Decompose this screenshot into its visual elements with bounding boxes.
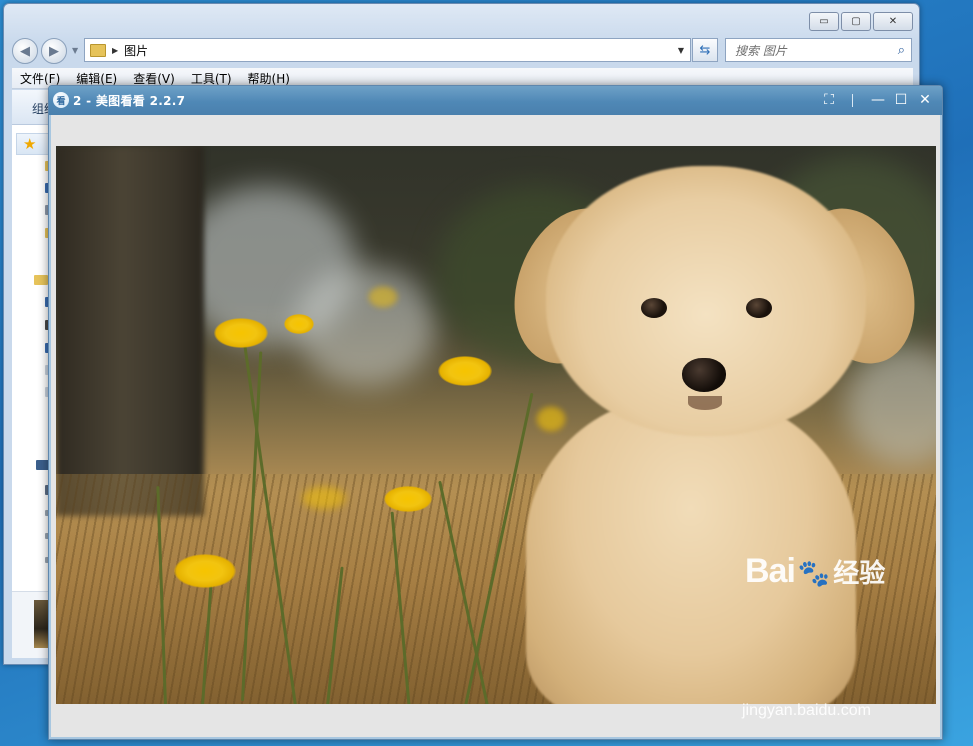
- minimize-icon: ▭: [819, 16, 829, 27]
- displayed-photo[interactable]: [56, 146, 936, 704]
- navigation-pane: ★: [12, 125, 54, 658]
- viewer-title-bar[interactable]: 看 2 - 美图看看 2.2.7 ⛶ — ☐ ✕: [49, 86, 942, 115]
- watermark-url: jingyan.baidu.com: [742, 702, 871, 719]
- refresh-icon: ⇆: [699, 42, 711, 58]
- tree-trunk: [56, 146, 204, 516]
- background-bokeh: [846, 346, 936, 466]
- maximize-icon: ▢: [851, 16, 861, 27]
- puppy-mouth: [688, 396, 722, 410]
- window-title: 2 - 美图看看 2.2.7: [73, 94, 186, 108]
- title-separator: [852, 94, 853, 107]
- close-button[interactable]: ✕: [916, 91, 934, 109]
- forward-button[interactable]: ▶: [41, 38, 67, 64]
- baidu-watermark: Bai 🐾 经验: [745, 552, 885, 591]
- folder-icon: [90, 43, 106, 57]
- recent-pages-dropdown-icon[interactable]: ▼: [72, 46, 78, 55]
- menu-view[interactable]: 查看(V): [125, 70, 183, 87]
- puppy-nose: [682, 358, 726, 392]
- image-viewer-window: 看 2 - 美图看看 2.2.7 ⛶ — ☐ ✕: [48, 85, 943, 740]
- yellow-flower: [384, 486, 432, 512]
- minimize-icon: —: [871, 92, 885, 108]
- close-icon: ✕: [888, 16, 898, 27]
- address-dropdown-icon[interactable]: ▼: [678, 46, 684, 55]
- back-button[interactable]: ◀: [12, 38, 38, 64]
- breadcrumb-current[interactable]: 图片: [124, 42, 148, 59]
- search-icon[interactable]: ⌕: [898, 43, 905, 58]
- search-placeholder: 搜索 图片: [735, 43, 787, 58]
- libraries-icon[interactable]: [34, 275, 48, 285]
- forward-arrow-icon: ▶: [49, 43, 59, 59]
- yellow-flower: [174, 554, 236, 588]
- yellow-flower: [438, 356, 492, 386]
- explorer-minimize-button[interactable]: ▭: [809, 12, 839, 31]
- explorer-close-button[interactable]: ✕: [873, 12, 913, 31]
- menu-tools[interactable]: 工具(T): [183, 70, 240, 87]
- app-icon: 看: [53, 92, 69, 108]
- maximize-button[interactable]: ☐: [892, 91, 910, 109]
- menu-help[interactable]: 帮助(H): [240, 70, 298, 87]
- maximize-icon: ☐: [894, 92, 908, 108]
- yellow-flower: [214, 318, 268, 348]
- explorer-caption-buttons: ▭ ▢ ✕: [809, 12, 913, 31]
- back-arrow-icon: ◀: [20, 43, 30, 59]
- minimize-button[interactable]: —: [869, 91, 887, 109]
- breadcrumb-arrow-icon[interactable]: ▶: [112, 46, 118, 55]
- fullscreen-button[interactable]: ⛶: [820, 91, 838, 109]
- watermark-suffix: 经验: [833, 559, 886, 589]
- puppy-eye-right: [746, 298, 772, 318]
- puppy-body: [526, 396, 856, 704]
- search-input[interactable]: 搜索 图片 ⌕: [725, 38, 912, 62]
- details-pane: [12, 591, 52, 658]
- viewer-canvas: [51, 115, 940, 737]
- watermark-brand: Bai: [745, 552, 796, 590]
- explorer-maximize-button[interactable]: ▢: [841, 12, 871, 31]
- fullscreen-icon: ⛶: [824, 92, 834, 108]
- yellow-bud: [284, 314, 314, 334]
- navigation-bar: ◀ ▶ ▼ ▶ 图片 ▼ ⇆ 搜索 图片 ⌕: [12, 36, 913, 64]
- menu-file[interactable]: 文件(F): [12, 70, 68, 87]
- refresh-button[interactable]: ⇆: [692, 38, 718, 62]
- puppy-eye-left: [641, 298, 667, 318]
- background-bokeh: [296, 266, 436, 386]
- menu-edit[interactable]: 编辑(E): [68, 70, 125, 87]
- yellow-flower-blurred: [368, 286, 398, 308]
- yellow-flower-blurred: [536, 406, 566, 432]
- close-icon: ✕: [919, 92, 931, 108]
- address-bar[interactable]: ▶ 图片 ▼: [84, 38, 691, 62]
- yellow-flower-blurred: [301, 486, 347, 510]
- star-icon: ★: [23, 135, 37, 153]
- paw-icon: 🐾: [797, 559, 831, 589]
